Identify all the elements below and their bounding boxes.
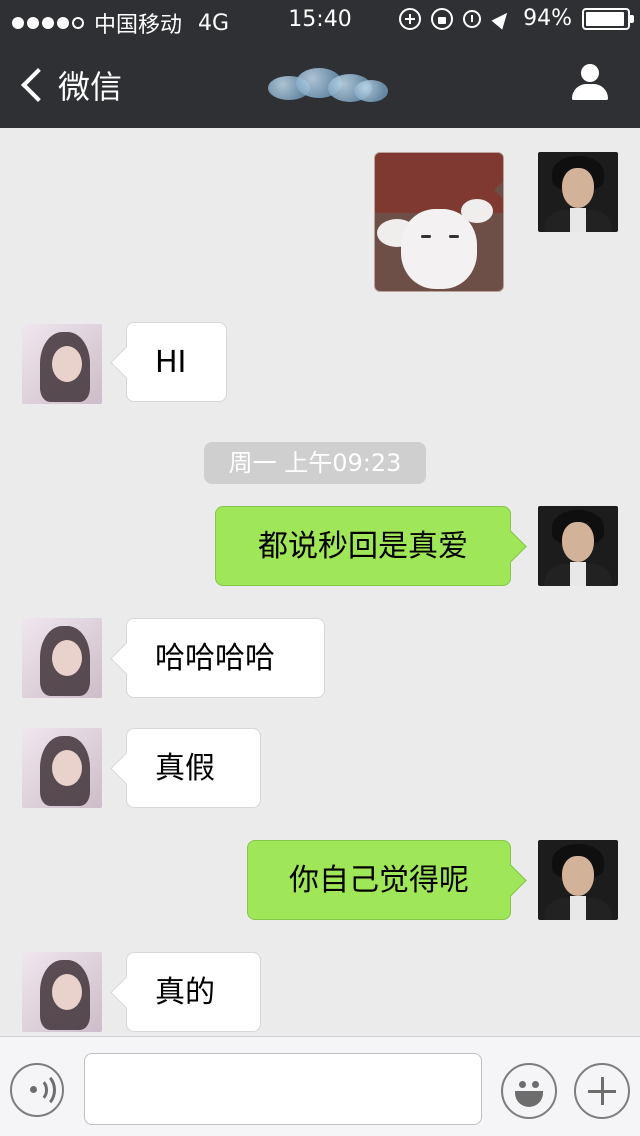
- header: 中国移动 4G 15:40 94% 微信: [0, 0, 640, 128]
- smiley-icon: [519, 1081, 526, 1088]
- contact-avatar[interactable]: [22, 728, 102, 808]
- outgoing-message[interactable]: 都说秒回是真爱: [215, 506, 511, 586]
- back-button[interactable]: 微信: [18, 62, 122, 108]
- message-text: 都说秒回是真爱: [258, 529, 468, 564]
- alarm-icon: [463, 9, 482, 28]
- more-button[interactable]: [574, 1063, 630, 1119]
- input-bar: [0, 1036, 640, 1136]
- message-input[interactable]: [84, 1053, 482, 1125]
- battery-icon: [582, 7, 634, 30]
- message-text: HI: [155, 345, 187, 380]
- contact-avatar[interactable]: [22, 952, 102, 1032]
- incoming-message[interactable]: 哈哈哈哈: [126, 618, 325, 698]
- chat-area: HI 周一 上午09:23 都说秒回是真爱 哈哈哈哈 真假 你自己觉得呢 真的: [0, 128, 640, 1036]
- contact-name-blurred: [268, 62, 388, 110]
- contact-avatar[interactable]: [22, 618, 102, 698]
- location-services-icon: [399, 7, 422, 30]
- incoming-message[interactable]: HI: [126, 322, 227, 402]
- nav-bar: 微信: [0, 40, 640, 128]
- message-text: 真的: [155, 975, 215, 1010]
- battery-level: [586, 11, 624, 26]
- my-avatar[interactable]: [538, 840, 618, 920]
- chevron-left-icon: [21, 68, 55, 102]
- image-message[interactable]: [374, 152, 504, 292]
- message-text: 真假: [155, 751, 215, 786]
- outgoing-message[interactable]: 你自己觉得呢: [247, 840, 511, 920]
- voice-button[interactable]: [10, 1063, 64, 1117]
- contact-avatar[interactable]: [22, 324, 102, 404]
- my-avatar[interactable]: [538, 506, 618, 586]
- location-arrow-icon: [491, 7, 513, 30]
- status-right: 94%: [399, 6, 634, 31]
- status-bar: 中国移动 4G 15:40 94%: [0, 0, 640, 40]
- message-text: 哈哈哈哈: [155, 641, 275, 676]
- incoming-message[interactable]: 真假: [126, 728, 261, 808]
- message-text: 你自己觉得呢: [289, 863, 469, 898]
- back-label: 微信: [58, 68, 123, 106]
- timestamp: 周一 上午09:23: [204, 442, 426, 484]
- rotation-lock-icon: [431, 7, 454, 30]
- profile-icon[interactable]: [570, 64, 610, 104]
- emoji-button[interactable]: [501, 1063, 557, 1119]
- battery-percent: 94%: [523, 6, 572, 31]
- my-avatar[interactable]: [538, 152, 618, 232]
- incoming-message[interactable]: 真的: [126, 952, 261, 1032]
